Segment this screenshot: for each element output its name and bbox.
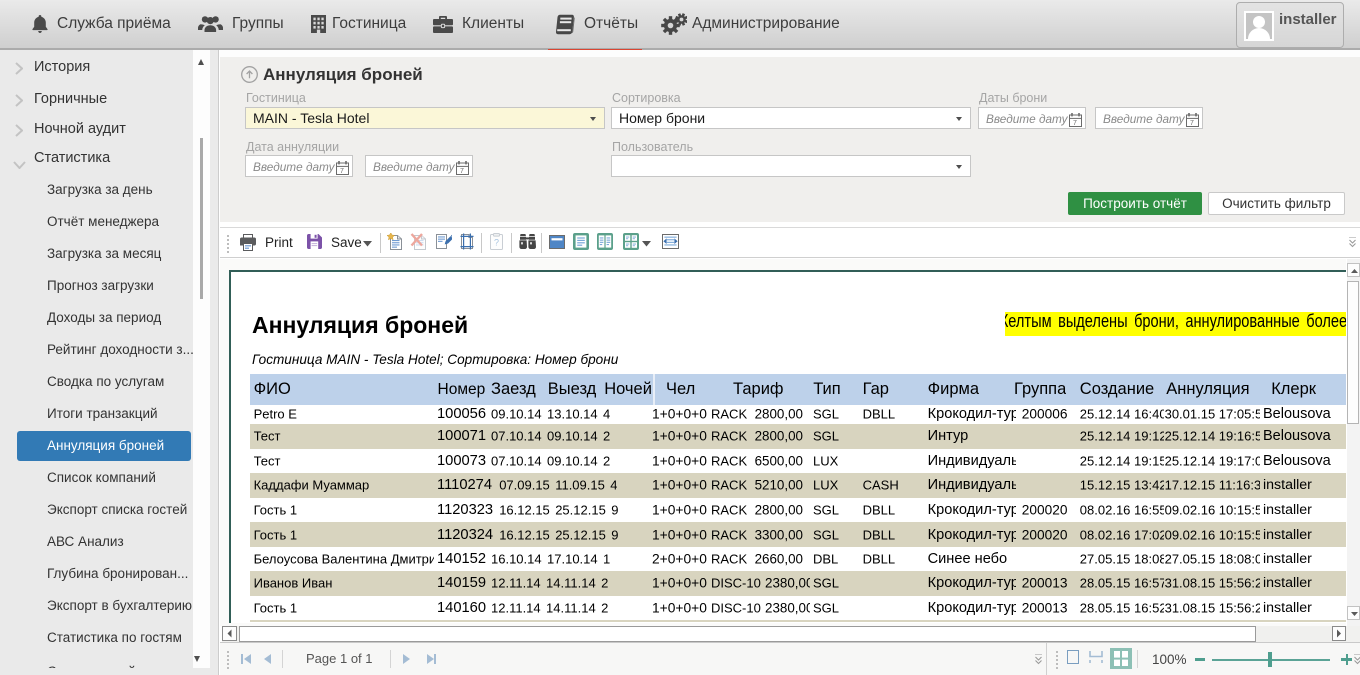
svg-text:?: ?: [494, 238, 499, 248]
svg-text:7: 7: [460, 168, 464, 175]
svg-text:7: 7: [1073, 120, 1077, 127]
svg-text:7: 7: [340, 168, 344, 175]
svg-text:7: 7: [1190, 120, 1194, 127]
